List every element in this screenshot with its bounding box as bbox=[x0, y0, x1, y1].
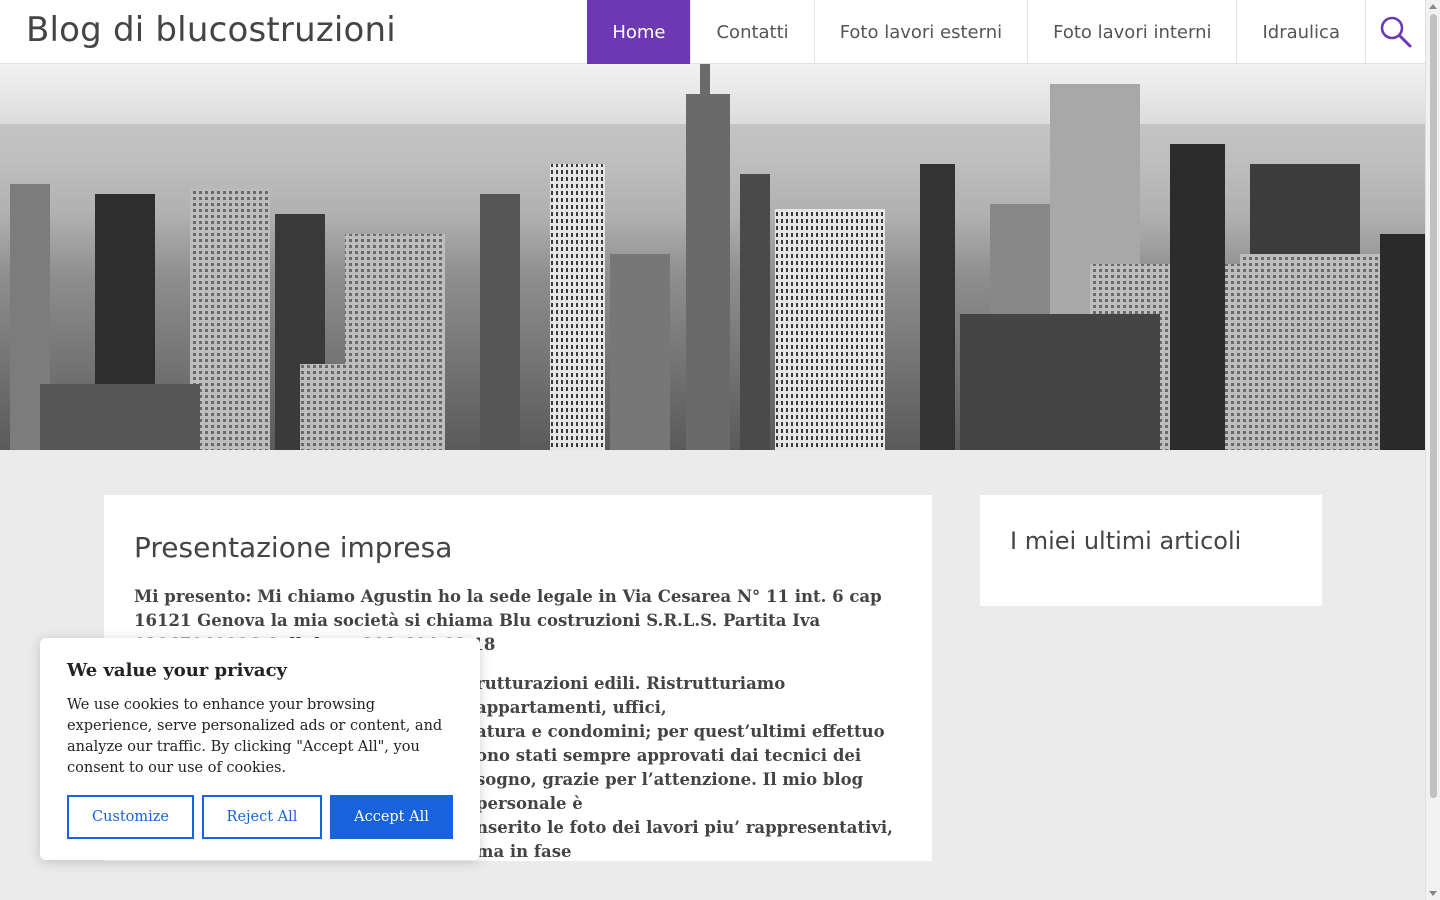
post-title: Presentazione impresa bbox=[134, 531, 453, 564]
sidebar-widget: I miei ultimi articoli bbox=[980, 495, 1322, 606]
post-line: rutturazioni edili. Ristrutturiamo appar… bbox=[476, 674, 786, 717]
main-nav: Home Contatti Foto lavori esterni Foto l… bbox=[587, 0, 1425, 64]
search-icon bbox=[1380, 16, 1411, 48]
nav-item-idraulica[interactable]: Idraulica bbox=[1236, 0, 1365, 64]
cookie-text: We use cookies to enhance your browsing … bbox=[67, 697, 443, 776]
page-scrollbar[interactable] bbox=[1425, 0, 1440, 900]
reject-all-button[interactable]: Reject All bbox=[202, 795, 322, 839]
customize-button[interactable]: Customize bbox=[67, 795, 194, 839]
post-line: sogno, grazie per l’attenzione. Il mio b… bbox=[476, 770, 864, 813]
cookie-buttons: Customize Reject All Accept All bbox=[67, 795, 453, 839]
scroll-down-icon[interactable] bbox=[1429, 891, 1437, 896]
nav-item-foto-lavori-esterni[interactable]: Foto lavori esterni bbox=[813, 0, 1027, 64]
post-line: ono stati sempre approvati dai tecnici d… bbox=[476, 746, 862, 765]
nav-item-home[interactable]: Home bbox=[587, 0, 691, 64]
site-header: Blog di blucostruzioni Home Contatti Fot… bbox=[0, 0, 1425, 64]
search-button[interactable] bbox=[1365, 0, 1425, 64]
nav-item-contatti[interactable]: Contatti bbox=[690, 0, 813, 64]
hero-image bbox=[0, 64, 1425, 450]
cookie-banner: We value your privacy We use cookies to … bbox=[40, 638, 480, 860]
sidebar-title: I miei ultimi articoli bbox=[1010, 527, 1242, 555]
scroll-thumb[interactable] bbox=[1430, 14, 1437, 798]
post-line: atura e condomini; per quest’ultimi effe… bbox=[476, 722, 885, 741]
nav-item-foto-lavori-interni[interactable]: Foto lavori interni bbox=[1027, 0, 1236, 64]
cookie-title: We value your privacy bbox=[67, 660, 287, 681]
scroll-up-icon[interactable] bbox=[1429, 4, 1437, 9]
site-title[interactable]: Blog di blucostruzioni bbox=[26, 10, 396, 50]
city-skyline-image bbox=[0, 64, 1425, 450]
post-line: nserito le foto dei lavori piu’ rapprese… bbox=[476, 818, 893, 861]
accept-all-button[interactable]: Accept All bbox=[330, 795, 453, 839]
